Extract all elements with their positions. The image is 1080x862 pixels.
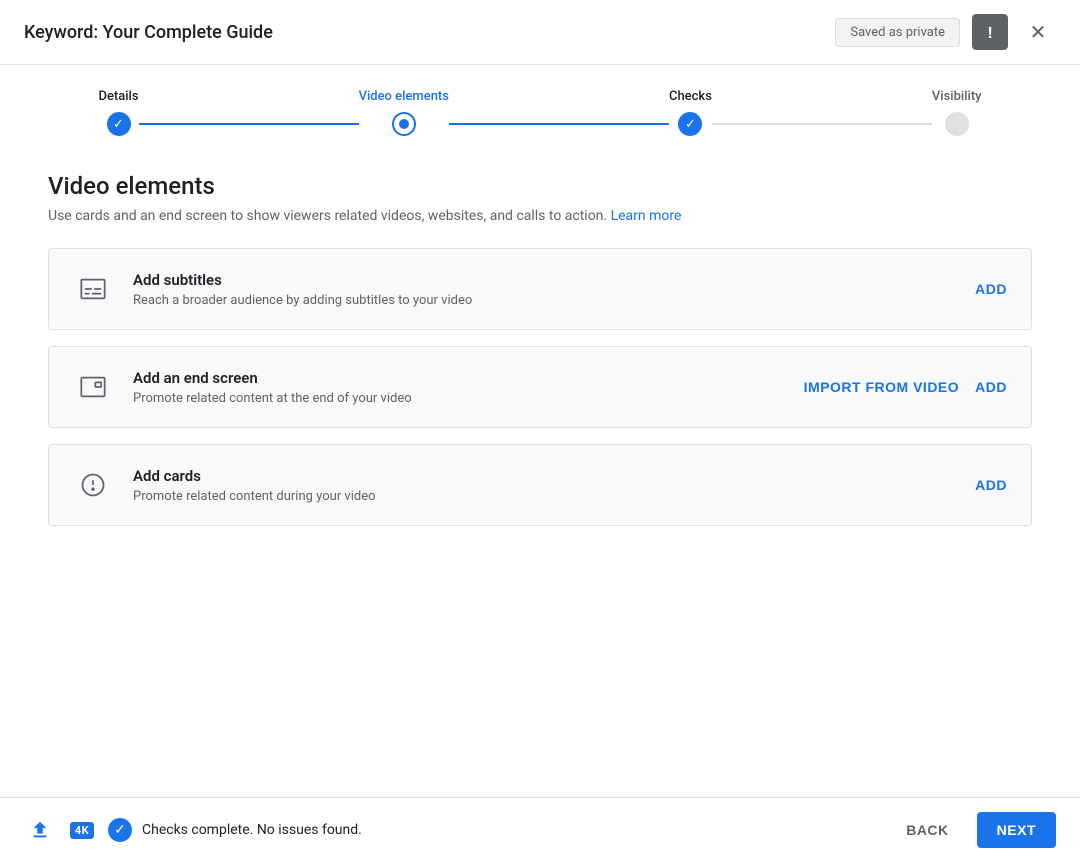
cards-text: Add cards Promote related content during…: [133, 467, 955, 504]
check-circle-icon: ✓: [108, 818, 132, 842]
subtitles-actions: ADD: [975, 281, 1007, 297]
step-video-elements-label: Video elements: [359, 89, 449, 104]
stepper: Details ✓ Video elements Checks ✓ Visibi…: [0, 65, 1080, 152]
connector-1: [139, 123, 359, 125]
subtitles-icon: [73, 269, 113, 309]
close-button[interactable]: ✕: [1020, 14, 1056, 50]
next-button[interactable]: NEXT: [977, 812, 1056, 848]
main-content: Video elements Use cards and an end scre…: [0, 152, 1080, 562]
footer-left: 4K ✓ Checks complete. No issues found.: [24, 814, 362, 846]
card-subtitles: Add subtitles Reach a broader audience b…: [48, 248, 1032, 330]
import-from-video-button[interactable]: IMPORT FROM VIDEO: [804, 379, 960, 395]
header: Keyword: Your Complete Guide Saved as pr…: [0, 0, 1080, 65]
saved-status-badge: Saved as private: [835, 18, 960, 47]
cards-title: Add cards: [133, 467, 955, 485]
section-title: Video elements: [48, 172, 1032, 200]
active-dot: [399, 119, 409, 129]
footer-status-text: Checks complete. No issues found.: [142, 822, 362, 838]
subtitles-desc: Reach a broader audience by adding subti…: [133, 293, 955, 308]
end-screen-title: Add an end screen: [133, 369, 784, 387]
step-details-label: Details: [98, 89, 138, 104]
page-title: Keyword: Your Complete Guide: [24, 22, 273, 43]
learn-more-link[interactable]: Learn more: [611, 208, 682, 224]
step-visibility[interactable]: Visibility: [932, 89, 982, 136]
subtitles-text: Add subtitles Reach a broader audience b…: [133, 271, 955, 308]
alert-button[interactable]: !: [972, 14, 1008, 50]
step-checks-circle: ✓: [678, 112, 702, 136]
connector-3: [712, 123, 932, 125]
checkmark-icon: ✓: [685, 118, 696, 131]
4k-label: 4K: [70, 822, 94, 839]
alert-icon: !: [988, 23, 992, 42]
step-video-elements[interactable]: Video elements: [359, 89, 449, 136]
step-checks[interactable]: Checks ✓: [669, 89, 712, 136]
back-button[interactable]: BACK: [894, 814, 960, 846]
step-details-circle: ✓: [107, 112, 131, 136]
header-actions: Saved as private ! ✕: [835, 14, 1056, 50]
4k-badge: 4K: [66, 814, 98, 846]
section-description: Use cards and an end screen to show view…: [48, 208, 1032, 224]
cards-add-button[interactable]: ADD: [975, 477, 1007, 493]
footer: 4K ✓ Checks complete. No issues found. B…: [0, 797, 1080, 862]
connector-2: [449, 123, 669, 125]
end-screen-desc: Promote related content at the end of yo…: [133, 391, 784, 406]
footer-right: BACK NEXT: [894, 812, 1056, 848]
card-cards: Add cards Promote related content during…: [48, 444, 1032, 526]
end-screen-icon: [73, 367, 113, 407]
card-end-screen: Add an end screen Promote related conten…: [48, 346, 1032, 428]
close-icon: ✕: [1030, 20, 1047, 44]
cards-icon: [73, 465, 113, 505]
section-desc-text: Use cards and an end screen to show view…: [48, 208, 611, 224]
subtitles-add-button[interactable]: ADD: [975, 281, 1007, 297]
end-screen-add-button[interactable]: ADD: [975, 379, 1007, 395]
step-visibility-label: Visibility: [932, 89, 982, 104]
step-details[interactable]: Details ✓: [98, 89, 138, 136]
step-visibility-circle: [945, 112, 969, 136]
cards-desc: Promote related content during your vide…: [133, 489, 955, 504]
cards-actions: ADD: [975, 477, 1007, 493]
step-video-elements-circle: [392, 112, 416, 136]
end-screen-text: Add an end screen Promote related conten…: [133, 369, 784, 406]
end-screen-actions: IMPORT FROM VIDEO ADD: [804, 379, 1007, 395]
step-checks-label: Checks: [669, 89, 712, 104]
checkmark-icon: ✓: [113, 118, 124, 131]
check-icon: ✓: [114, 822, 126, 838]
subtitles-title: Add subtitles: [133, 271, 955, 289]
upload-icon: [24, 814, 56, 846]
